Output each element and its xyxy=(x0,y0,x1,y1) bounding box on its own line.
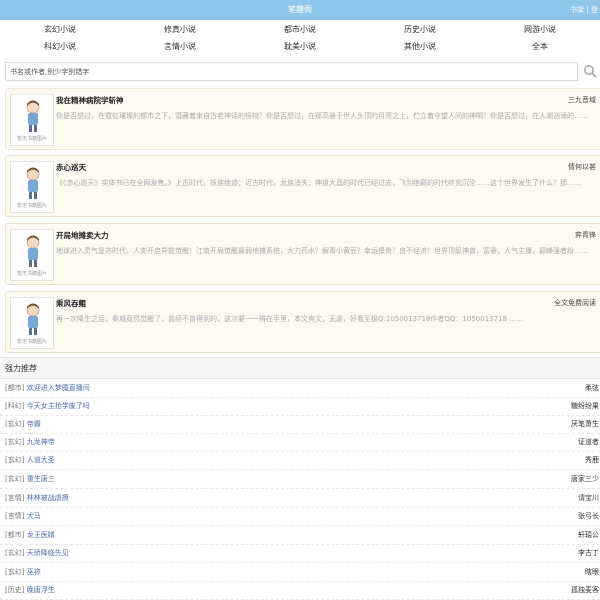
item-author: 张弓长 xyxy=(578,512,599,520)
item-title-link[interactable]: 欢迎进入梦魇直播间 xyxy=(27,384,90,392)
search-button[interactable] xyxy=(583,64,597,79)
featured-book-card[interactable]: 暂无书籍图片 我在精神病院学斩神 三九音域 你是否想过，在霓虹璀璨的都市之下，潜… xyxy=(5,88,600,150)
item-title-link[interactable]: 巫祢 xyxy=(27,568,41,576)
book-author: 全文免费阅读 xyxy=(554,299,596,307)
cover-placeholder-icon xyxy=(26,235,40,267)
category-xuanhuan[interactable]: 玄幻小说 xyxy=(0,22,120,38)
item-author: 糖纷纷果 xyxy=(571,402,599,410)
book-description: 地球进入灵气复苏时代，人类开启异能觉醒！江南开局觉醒最弱地摊系统，大力药水？解毒… xyxy=(56,247,588,255)
item-author: 厌笔萧生 xyxy=(571,420,599,428)
site-title[interactable]: 笔趣阁 xyxy=(0,0,600,20)
item-author: 请宝川 xyxy=(578,494,599,502)
item-genre: [都市] xyxy=(5,531,25,539)
recommend-title: 强力推荐 xyxy=(5,364,37,373)
list-item[interactable]: [都市] 欢迎进入梦魇直播间 柔弦 xyxy=(0,380,600,398)
top-bar: 笔趣阁 书架 | 登 xyxy=(0,0,600,20)
list-item[interactable]: [言情] 犬马 张弓长 xyxy=(0,508,600,526)
book-author: 弈青锋 xyxy=(575,231,596,239)
item-genre: [玄幻] xyxy=(5,456,25,464)
book-title[interactable]: 赤心巡天 xyxy=(56,162,86,173)
bookshelf-link[interactable]: 书架 xyxy=(570,6,584,14)
item-title-link[interactable]: 九龙神帝 xyxy=(27,438,55,446)
item-author: 唐家三少 xyxy=(571,475,599,483)
item-title-link[interactable]: 重生唐三 xyxy=(27,475,55,483)
list-item[interactable]: [玄幻] 重生唐三 唐家三少 xyxy=(0,471,600,489)
category-qita[interactable]: 其他小说 xyxy=(360,39,480,55)
book-author: 情何以甚 xyxy=(568,163,596,171)
book-description: 你是否想过，在霓虹璀璨的都市之下，潜藏着来自古老神话的怪物？你是否想过，在那高悬… xyxy=(56,112,588,120)
search-box xyxy=(5,62,578,81)
list-item[interactable]: [言情] 林林被战虐撩 请宝川 xyxy=(0,490,600,508)
item-genre: [科幻] xyxy=(5,402,25,410)
item-genre: [都市] xyxy=(5,384,25,392)
book-title[interactable]: 开局地摊卖大力 xyxy=(56,230,109,241)
login-link[interactable]: 登 xyxy=(591,6,598,14)
book-title[interactable]: 我在精神病院学斩神 xyxy=(56,95,124,106)
item-genre: [玄幻] xyxy=(5,549,25,557)
cover-caption: 暂无书籍图片 xyxy=(16,339,47,345)
book-cover[interactable]: 暂无书籍图片 xyxy=(10,94,54,146)
category-dushi[interactable]: 都市小说 xyxy=(240,22,360,38)
list-item[interactable]: [都市] 龙王医婿 轩辕公 xyxy=(0,527,600,545)
category-yanqing[interactable]: 言情小说 xyxy=(120,39,240,55)
category-lishi[interactable]: 历史小说 xyxy=(360,22,480,38)
featured-book-card[interactable]: 暂无书籍图片 开局地摊卖大力 弈青锋 地球进入灵气复苏时代，人类开启异能觉醒！江… xyxy=(5,223,600,285)
item-author: 轩辕公 xyxy=(578,531,599,539)
book-cover[interactable]: 暂无书籍图片 xyxy=(10,161,54,213)
item-genre: [玄幻] xyxy=(5,568,25,576)
book-description: 再一次降生之后，秦城竟然觉醒了，曾经不曾得到的，这次要一一得在手里，本文爽文，无… xyxy=(56,315,524,323)
item-title-link[interactable]: 龙王医婿 xyxy=(27,531,55,539)
top-links: 书架 | 登 xyxy=(570,0,598,20)
cover-placeholder-icon xyxy=(26,167,40,199)
list-item[interactable]: [玄幻] 人道大圣 秀鹿 xyxy=(0,452,600,470)
list-item[interactable]: [玄幻] 天骄降临先见 李古丁 xyxy=(0,545,600,563)
category-kehuan[interactable]: 科幻小说 xyxy=(0,39,120,55)
item-author: 证道者 xyxy=(578,438,599,446)
item-author: 孤独麦客 xyxy=(571,586,599,594)
cover-caption: 暂无书籍图片 xyxy=(16,271,47,277)
category-wangyou[interactable]: 网游小说 xyxy=(480,22,600,38)
book-author: 三九音域 xyxy=(568,96,596,104)
list-item[interactable]: [历史] 晚唐浮生 孤独麦客 xyxy=(0,582,600,600)
item-author: 柔弦 xyxy=(585,384,599,392)
featured-book-card[interactable]: 暂无书籍图片 乘风吞鲲 全文免费阅读 再一次降生之后，秦城竟然觉醒了，曾经不曾得… xyxy=(5,291,600,353)
item-genre: [言情] xyxy=(5,512,25,520)
item-title-link[interactable]: 人道大圣 xyxy=(27,456,55,464)
item-title-link[interactable]: 天骄降临先见 xyxy=(27,549,69,557)
list-item[interactable]: [玄幻] 九龙神帝 证道者 xyxy=(0,434,600,452)
list-item[interactable]: [科幻] 今天女主抢学废了吗 糖纷纷果 xyxy=(0,398,600,416)
item-title-link[interactable]: 帝霸 xyxy=(27,420,41,428)
item-title-link[interactable]: 晚唐浮生 xyxy=(27,586,55,594)
book-description: 《《赤心巡天》实体书已在全网发售。》上古时代，妖族绝迹；近古时代，龙族消失；神道… xyxy=(56,179,581,187)
featured-book-card[interactable]: 暂无书籍图片 赤心巡天 情何以甚 《《赤心巡天》实体书已在全网发售。》上古时代，… xyxy=(5,155,600,217)
book-cover[interactable]: 暂无书籍图片 xyxy=(10,297,54,349)
item-author: 李古丁 xyxy=(578,549,599,557)
item-genre: [玄幻] xyxy=(5,438,25,446)
item-author: 瞎眼 xyxy=(585,568,599,576)
book-title[interactable]: 乘风吞鲲 xyxy=(56,298,86,309)
cover-caption: 暂无书籍图片 xyxy=(16,136,47,142)
book-cover[interactable]: 暂无书籍图片 xyxy=(10,229,54,281)
cover-placeholder-icon xyxy=(26,100,40,132)
cover-placeholder-icon xyxy=(26,303,40,335)
item-title-link[interactable]: 林林被战虐撩 xyxy=(27,494,69,502)
item-genre: [言情] xyxy=(5,494,25,502)
item-genre: [历史] xyxy=(5,586,25,594)
item-title-link[interactable]: 今天女主抢学废了吗 xyxy=(27,402,90,410)
category-nav: 玄幻小说 修真小说 都市小说 历史小说 网游小说 科幻小说 言情小说 耽美小说 … xyxy=(0,22,600,56)
item-title-link[interactable]: 犬马 xyxy=(27,512,41,520)
list-item[interactable]: [玄幻] 帝霸 厌笔萧生 xyxy=(0,416,600,434)
recommend-header: 强力推荐 xyxy=(0,357,600,379)
item-genre: [玄幻] xyxy=(5,475,25,483)
item-author: 秀鹿 xyxy=(585,456,599,464)
link-separator: | xyxy=(586,6,589,14)
item-genre: [玄幻] xyxy=(5,420,25,428)
category-xiuzhen[interactable]: 修真小说 xyxy=(120,22,240,38)
search-icon xyxy=(584,65,597,78)
search-input[interactable] xyxy=(6,63,577,80)
cover-caption: 暂无书籍图片 xyxy=(16,203,47,209)
category-danmei[interactable]: 耽美小说 xyxy=(240,39,360,55)
category-quanben[interactable]: 全本 xyxy=(480,39,600,55)
list-item[interactable]: [玄幻] 巫祢 瞎眼 xyxy=(0,564,600,582)
